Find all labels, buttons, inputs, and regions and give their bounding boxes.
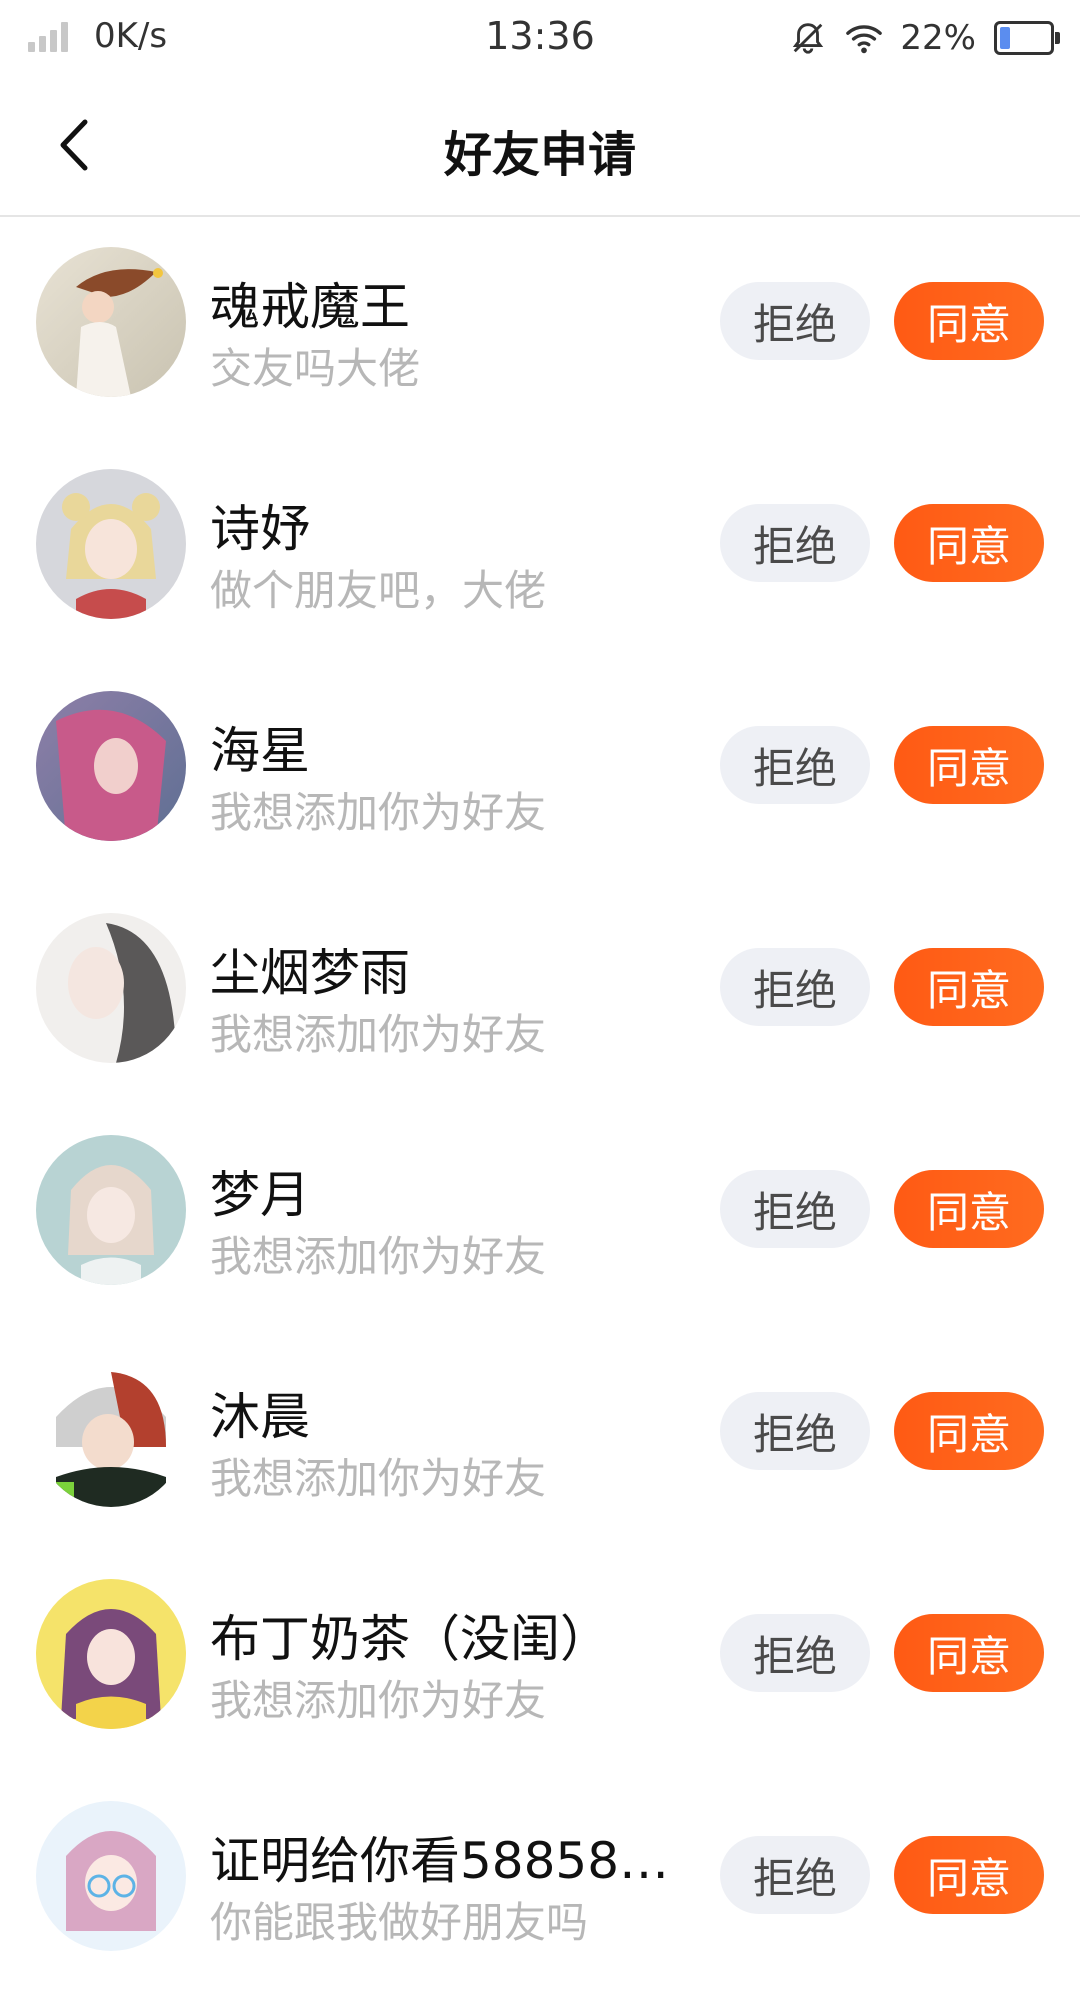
reject-button[interactable]: 拒绝 <box>720 1614 870 1692</box>
friend-request-row: 海星 我想添加你为好友 拒绝 同意 <box>0 661 1080 883</box>
avatar[interactable] <box>36 1357 186 1507</box>
wifi-icon <box>846 25 883 54</box>
request-message: 做个朋友吧，大佬 <box>210 566 547 615</box>
status-bar: 0K/s 13:36 22% <box>0 0 1080 75</box>
bell-off-icon <box>793 23 824 54</box>
accept-button[interactable]: 同意 <box>894 1836 1044 1914</box>
request-message: 我想添加你为好友 <box>210 1454 547 1503</box>
requester-name: 尘烟梦雨 <box>210 944 410 1002</box>
requester-name: 布丁奶茶（没闺） <box>210 1610 610 1668</box>
friend-request-row: 沐晨 我想添加你为好友 拒绝 同意 <box>0 1327 1080 1549</box>
reject-button[interactable]: 拒绝 <box>720 1836 870 1914</box>
accept-button[interactable]: 同意 <box>894 504 1044 582</box>
accept-button[interactable]: 同意 <box>894 1392 1044 1470</box>
reject-button[interactable]: 拒绝 <box>720 282 870 360</box>
requester-name: 诗妤 <box>210 500 310 558</box>
battery-level <box>1000 27 1010 49</box>
friend-request-row: 证明给你看58858… 你能跟我做好朋友吗 拒绝 同意 <box>0 1771 1080 1993</box>
accept-button[interactable]: 同意 <box>894 726 1044 804</box>
battery-percentage: 22% <box>900 18 976 58</box>
accept-button[interactable]: 同意 <box>894 282 1044 360</box>
reject-button[interactable]: 拒绝 <box>720 948 870 1026</box>
avatar[interactable] <box>36 1135 186 1285</box>
avatar[interactable] <box>36 913 186 1063</box>
request-message: 我想添加你为好友 <box>210 1676 547 1725</box>
friend-request-list: 魂戒魔王 交友吗大佬 拒绝 同意 诗妤 做个朋友吧，大佬 拒绝 同意 海星 我想… <box>0 217 1080 1993</box>
reject-button[interactable]: 拒绝 <box>720 504 870 582</box>
header: 好友申请 <box>0 75 1080 217</box>
requester-name: 海星 <box>210 722 310 780</box>
avatar[interactable] <box>36 247 186 397</box>
page-title: 好友申请 <box>443 127 636 183</box>
accept-button[interactable]: 同意 <box>894 948 1044 1026</box>
avatar[interactable] <box>36 1801 186 1951</box>
avatar[interactable] <box>36 469 186 619</box>
requester-name: 证明给你看58858… <box>210 1832 670 1890</box>
accept-button[interactable]: 同意 <box>894 1170 1044 1248</box>
request-message: 我想添加你为好友 <box>210 1010 547 1059</box>
avatar[interactable] <box>36 1579 186 1729</box>
requester-name: 沐晨 <box>210 1388 310 1446</box>
requester-name: 梦月 <box>210 1166 310 1224</box>
avatar[interactable] <box>36 691 186 841</box>
friend-request-row: 魂戒魔王 交友吗大佬 拒绝 同意 <box>0 217 1080 439</box>
friend-request-row: 尘烟梦雨 我想添加你为好友 拒绝 同意 <box>0 883 1080 1105</box>
reject-button[interactable]: 拒绝 <box>720 1170 870 1248</box>
reject-button[interactable]: 拒绝 <box>720 726 870 804</box>
request-message: 我想添加你为好友 <box>210 788 547 837</box>
friend-request-row: 梦月 我想添加你为好友 拒绝 同意 <box>0 1105 1080 1327</box>
request-message: 交友吗大佬 <box>210 344 421 393</box>
request-message: 我想添加你为好友 <box>210 1232 547 1281</box>
reject-button[interactable]: 拒绝 <box>720 1392 870 1470</box>
battery-icon <box>994 21 1060 55</box>
requester-name: 魂戒魔王 <box>210 278 410 336</box>
friend-request-row: 布丁奶茶（没闺） 我想添加你为好友 拒绝 同意 <box>0 1549 1080 1771</box>
accept-button[interactable]: 同意 <box>894 1614 1044 1692</box>
friend-request-row: 诗妤 做个朋友吧，大佬 拒绝 同意 <box>0 439 1080 661</box>
